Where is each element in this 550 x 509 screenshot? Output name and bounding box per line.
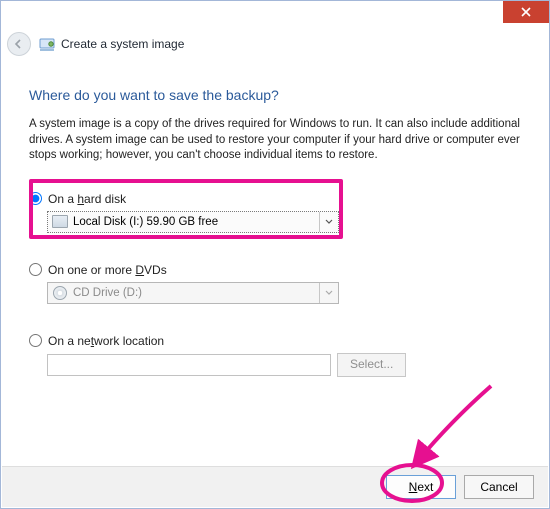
drive-icon bbox=[52, 215, 68, 228]
chevron-down-icon bbox=[319, 212, 338, 232]
radio-network-label: On a network location bbox=[48, 334, 164, 348]
hard-disk-dropdown[interactable]: Local Disk (I:) 59.90 GB free bbox=[47, 211, 339, 233]
dialog-footer: Next Cancel bbox=[2, 466, 548, 507]
radio-hard-disk-label: On a hard disk bbox=[48, 192, 126, 206]
dvd-value: CD Drive (D:) bbox=[73, 287, 319, 299]
page-heading: Where do you want to save the backup? bbox=[29, 87, 521, 103]
cancel-button[interactable]: Cancel bbox=[464, 475, 534, 499]
dialog-body: Where do you want to save the backup? A … bbox=[1, 57, 549, 377]
radio-dvd-input[interactable] bbox=[29, 263, 42, 276]
option-hard-disk: On a hard disk Local Disk (I:) 59.90 GB … bbox=[29, 192, 521, 233]
radio-hard-disk-input[interactable] bbox=[29, 192, 42, 205]
close-icon bbox=[521, 7, 531, 17]
radio-network-input[interactable] bbox=[29, 334, 42, 347]
next-button[interactable]: Next bbox=[386, 475, 456, 499]
radio-dvd[interactable]: On one or more DVDs bbox=[29, 263, 521, 277]
option-network: On a network location Select... bbox=[29, 334, 521, 377]
radio-hard-disk[interactable]: On a hard disk bbox=[29, 192, 521, 206]
option-dvd: On one or more DVDs CD Drive (D:) bbox=[29, 263, 521, 304]
hard-disk-value: Local Disk (I:) 59.90 GB free bbox=[73, 216, 319, 228]
back-button[interactable] bbox=[7, 32, 31, 56]
radio-dvd-label: On one or more DVDs bbox=[48, 263, 167, 277]
dialog-window: Create a system image Where do you want … bbox=[0, 0, 550, 509]
system-image-icon bbox=[39, 36, 55, 52]
dvd-dropdown[interactable]: CD Drive (D:) bbox=[47, 282, 339, 304]
cd-icon bbox=[53, 286, 67, 300]
window-title: Create a system image bbox=[61, 37, 184, 51]
select-button[interactable]: Select... bbox=[337, 353, 406, 377]
close-button[interactable] bbox=[503, 1, 549, 23]
radio-network[interactable]: On a network location bbox=[29, 334, 521, 348]
titlebar bbox=[1, 1, 549, 31]
chevron-down-icon bbox=[319, 283, 338, 303]
arrow-left-icon bbox=[13, 38, 25, 50]
dialog-header: Create a system image bbox=[1, 31, 549, 57]
page-description: A system image is a copy of the drives r… bbox=[29, 117, 521, 164]
network-path-input[interactable] bbox=[47, 354, 331, 376]
